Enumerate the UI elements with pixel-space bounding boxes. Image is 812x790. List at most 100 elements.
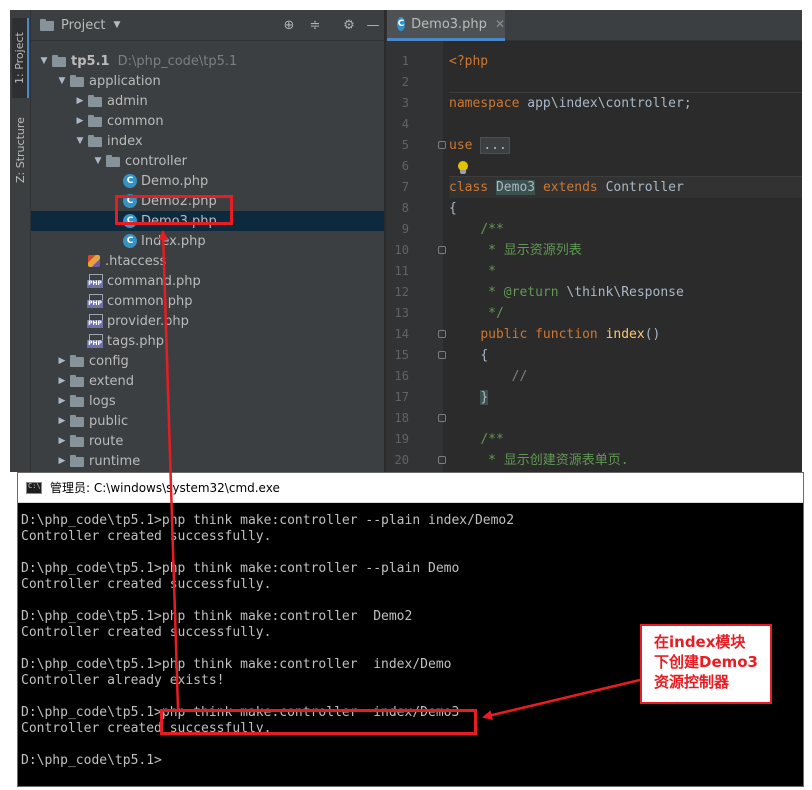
gear-icon[interactable]: ⚙	[341, 18, 357, 34]
line-number-gutter: 12345678910111213141516171819202122	[387, 41, 446, 472]
cmd-line: D:\php_code\tp5.1>	[21, 753, 162, 768]
tree-item-label: index	[107, 133, 143, 149]
chevron-down-icon[interactable]: ▼	[55, 76, 69, 86]
tree-item[interactable]: .htaccess	[31, 251, 384, 271]
line-number: 19	[394, 432, 409, 446]
tree-item-label: controller	[125, 153, 188, 169]
parens: ()	[644, 327, 661, 342]
chevron-right-icon[interactable]: ▶	[55, 456, 69, 466]
tree-item[interactable]: ▶ runtime	[31, 451, 384, 471]
doc-comment: */	[488, 306, 504, 321]
line-number: 3	[401, 96, 409, 110]
chevron-down-icon[interactable]: ▼	[37, 56, 51, 66]
tree-item-label: .htaccess	[105, 253, 167, 269]
php-file-icon	[87, 314, 103, 328]
folder-icon	[69, 434, 85, 448]
tree-item[interactable]: ▶ config	[31, 351, 384, 371]
line-number: 20	[394, 453, 409, 467]
tree-item[interactable]: common.php	[31, 291, 384, 311]
locate-target-icon[interactable]: ⊕	[281, 18, 297, 34]
project-tool-tab[interactable]: 1: Project	[12, 18, 29, 98]
highlight-demo3-command	[160, 709, 477, 735]
annotation-line: 在index模块	[654, 633, 746, 651]
collapse-all-icon[interactable]: ≑	[307, 18, 323, 34]
chevron-right-icon[interactable]: ▶	[55, 416, 69, 426]
function-name: index	[605, 327, 645, 342]
tree-item[interactable]: ▼ controller	[31, 151, 384, 171]
tree-item[interactable]: C Demo.php	[31, 171, 384, 191]
line-number: 1	[401, 54, 409, 68]
chevron-right-icon[interactable]: ▶	[55, 436, 69, 446]
folded-imports[interactable]: ...	[480, 137, 510, 154]
lightbulb-icon[interactable]	[457, 161, 469, 175]
doc-comment: * 显示创建资源表单页.	[488, 453, 629, 468]
chevron-right-icon[interactable]: ▶	[55, 396, 69, 406]
chevron-right-icon[interactable]: ▶	[55, 376, 69, 386]
tree-item-label: common	[107, 113, 164, 129]
tree-item[interactable]: ▶ logs	[31, 391, 384, 411]
code-line-13: * @return \think\Response	[449, 282, 802, 303]
doc-comment: *	[488, 285, 504, 300]
chevron-right-icon[interactable]: ▶	[73, 116, 87, 126]
parent-class: Controller	[605, 180, 684, 195]
annotation-line: 下创建Demo3	[654, 653, 758, 671]
tree-item-label: tags.php	[107, 333, 164, 349]
cmd-title-bar[interactable]: 管理员: C:\windows\system32\cmd.exe	[18, 473, 803, 503]
chevron-right-icon[interactable]: ▶	[73, 96, 87, 106]
method-separator	[449, 92, 802, 93]
tree-item[interactable]: ▶ common	[31, 111, 384, 131]
hide-panel-icon[interactable]: —	[365, 18, 381, 34]
chevron-right-icon[interactable]: ▶	[55, 356, 69, 366]
tree-item-label: Index.php	[141, 233, 206, 249]
tree-item[interactable]: ▼ application	[31, 71, 384, 91]
cmd-line: Controller created successfully.	[21, 529, 272, 544]
line-number: 12	[394, 285, 409, 299]
folder-icon	[87, 94, 103, 108]
namespace-path: app\index\controller;	[519, 96, 692, 111]
tree-item[interactable]: command.php	[31, 271, 384, 291]
folder-icon	[69, 74, 85, 88]
public-keyword: public	[480, 327, 528, 342]
chevron-down-icon[interactable]: ▼	[91, 156, 105, 166]
tree-item[interactable]: ▶ route	[31, 431, 384, 451]
project-panel: Project ▼ ⊕ ≑ ⚙ — ▼ tp5.1 D:\php_code\tp5.…	[31, 10, 402, 472]
folder-icon	[69, 394, 85, 408]
chevron-down-icon: ▼	[113, 20, 121, 30]
fold-marker-icon[interactable]	[438, 330, 446, 338]
fold-marker-icon[interactable]	[438, 246, 446, 254]
class-name: Demo3	[495, 180, 536, 195]
cmd-line: D:\php_code\tp5.1>php think make:control…	[21, 513, 515, 528]
tree-item[interactable]: provider.php	[31, 311, 384, 331]
folder-icon	[69, 414, 85, 428]
project-panel-header: Project ▼ ⊕ ≑ ⚙ —	[31, 10, 384, 41]
tree-item[interactable]: ▶ extend	[31, 371, 384, 391]
tree-item[interactable]: tags.php	[31, 331, 384, 351]
line-number: 8	[401, 201, 409, 215]
chevron-down-icon[interactable]: ▼	[73, 136, 87, 146]
code-line-21: * 显示创建资源表单页.	[449, 450, 802, 471]
code-area[interactable]: <?php namespace app\index\controller; us…	[449, 41, 802, 472]
tree-item[interactable]: C Index.php	[31, 231, 384, 251]
line-number: 2	[401, 75, 409, 89]
fold-marker-icon[interactable]	[438, 414, 446, 422]
close-icon[interactable]: ✕	[495, 17, 505, 31]
editor-tab-bar: C Demo3.php ✕	[387, 10, 802, 41]
doc-type: \think\Response	[558, 285, 684, 300]
project-view-selector[interactable]: Project ▼	[39, 18, 120, 33]
fold-marker-icon[interactable]	[438, 456, 446, 464]
tree-item[interactable]: ▶ public	[31, 411, 384, 431]
editor-tab-demo3[interactable]: C Demo3.php ✕	[387, 10, 505, 41]
folder-icon	[69, 454, 85, 468]
structure-tool-tab[interactable]: Z: Structure	[12, 110, 29, 190]
line-number: 4	[401, 117, 409, 131]
fold-marker-icon[interactable]	[438, 351, 446, 359]
tree-item[interactable]: ▼ tp5.1 D:\php_code\tp5.1	[31, 51, 384, 71]
tree-item-label: application	[89, 73, 161, 89]
tree-item-label: command.php	[107, 273, 201, 289]
cmd-line: D:\php_code\tp5.1>php think make:control…	[21, 561, 460, 576]
tree-item[interactable]: ▼ index	[31, 131, 384, 151]
folder-icon	[69, 354, 85, 368]
code-line-10: /**	[449, 219, 802, 240]
tree-item[interactable]: ▶ admin	[31, 91, 384, 111]
fold-marker-icon[interactable]	[438, 141, 446, 149]
